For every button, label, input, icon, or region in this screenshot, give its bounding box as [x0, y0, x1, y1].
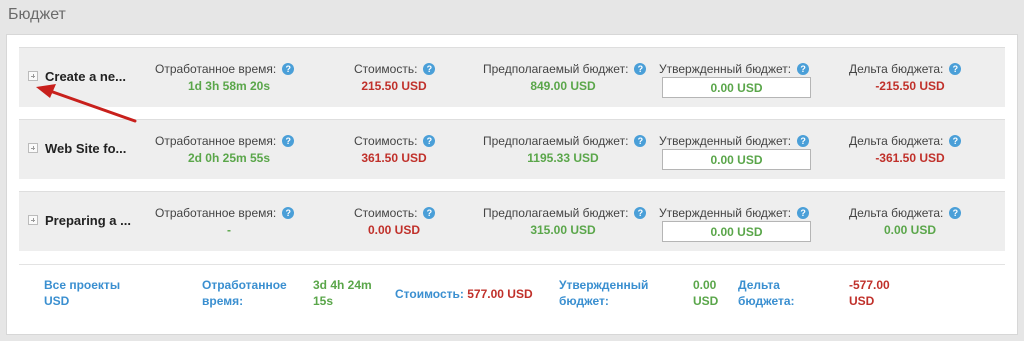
project-name[interactable]: Web Site fo...	[45, 141, 143, 156]
help-icon[interactable]: ?	[634, 135, 647, 147]
help-icon[interactable]: ?	[949, 63, 962, 75]
estimated-budget-value: 849.00 USD	[530, 79, 596, 93]
help-icon[interactable]: ?	[423, 135, 436, 147]
help-icon[interactable]: ?	[797, 207, 810, 219]
budget-delta-label: Дельта бюджета:?	[849, 62, 962, 76]
help-icon[interactable]: ?	[282, 135, 295, 147]
budget-delta-value: 0.00 USD	[883, 223, 937, 237]
cost-label: Стоимость:?	[354, 134, 436, 148]
approved-budget-input[interactable]	[662, 149, 811, 170]
help-icon[interactable]: ?	[634, 63, 647, 75]
estimated-budget-value: 1195.33 USD	[527, 151, 599, 165]
approved-budget-label: Утвержденный бюджет:?	[659, 62, 810, 76]
cost-label: Стоимость:?	[354, 62, 436, 76]
cost-value: 215.50 USD	[361, 79, 427, 93]
worked-time-value: -	[227, 223, 231, 237]
approved-budget-input[interactable]	[662, 221, 811, 242]
total-cost-value: 577.00 USD	[467, 287, 533, 301]
help-icon[interactable]: ?	[949, 207, 962, 219]
budget-delta-label: Дельта бюджета:?	[849, 134, 962, 148]
help-icon[interactable]: ?	[423, 63, 436, 75]
worked-time-label: Отработанное время:?	[155, 62, 295, 76]
cost-value: 361.50 USD	[361, 151, 427, 165]
worked-time-label: Отработанное время:?	[155, 206, 295, 220]
project-name[interactable]: Create a ne...	[45, 69, 143, 84]
budget-delta-value: -361.50 USD	[875, 151, 945, 165]
page-title: Бюджет	[8, 6, 66, 23]
worked-time-label: Отработанное время:?	[155, 134, 295, 148]
expand-icon[interactable]	[28, 71, 38, 81]
help-icon[interactable]: ?	[949, 135, 962, 147]
cost-value: 0.00 USD	[367, 223, 421, 237]
total-cost-label: Стоимость:	[395, 287, 464, 301]
estimated-budget-value: 315.00 USD	[530, 223, 596, 237]
total-worked-time-value: 3d 4h 24m 15s	[313, 278, 372, 308]
expand-icon[interactable]	[28, 143, 38, 153]
expand-icon[interactable]	[28, 215, 38, 225]
approved-budget-input[interactable]	[662, 77, 811, 98]
help-icon[interactable]: ?	[797, 63, 810, 75]
help-icon[interactable]: ?	[423, 207, 436, 219]
divider	[19, 264, 1005, 265]
budget-panel: Create a ne... Отработанное время:? 1d 3…	[6, 34, 1018, 335]
help-icon[interactable]: ?	[282, 63, 295, 75]
project-row: Web Site fo... Отработанное время:? 2d 0…	[19, 119, 1005, 179]
estimated-budget-label: Предполагаемый бюджет:?	[483, 206, 647, 220]
worked-time-value: 1d 3h 58m 20s	[187, 79, 271, 93]
all-projects-label: Все проекты USD	[44, 278, 121, 308]
total-approved-value: 0.00 USD	[693, 278, 719, 308]
project-row: Preparing a ... Отработанное время:? - С…	[19, 191, 1005, 251]
total-worked-time-label: Отработанное время:	[202, 278, 287, 308]
help-icon[interactable]: ?	[797, 135, 810, 147]
estimated-budget-label: Предполагаемый бюджет:?	[483, 134, 647, 148]
help-icon[interactable]: ?	[282, 207, 295, 219]
budget-delta-label: Дельта бюджета:?	[849, 206, 962, 220]
worked-time-value: 2d 0h 25m 55s	[187, 151, 271, 165]
help-icon[interactable]: ?	[634, 207, 647, 219]
project-row: Create a ne... Отработанное время:? 1d 3…	[19, 47, 1005, 107]
estimated-budget-label: Предполагаемый бюджет:?	[483, 62, 647, 76]
total-cost: Стоимость: 577.00 USD	[395, 286, 533, 302]
total-delta-value: -577.00 USD	[849, 278, 890, 308]
total-delta-label: Дельта бюджета:	[738, 278, 795, 308]
budget-delta-value: -215.50 USD	[875, 79, 945, 93]
total-approved-label: Утвержденный бюджет:	[559, 278, 649, 308]
approved-budget-label: Утвержденный бюджет:?	[659, 206, 810, 220]
approved-budget-label: Утвержденный бюджет:?	[659, 134, 810, 148]
project-name[interactable]: Preparing a ...	[45, 213, 143, 228]
cost-label: Стоимость:?	[354, 206, 436, 220]
